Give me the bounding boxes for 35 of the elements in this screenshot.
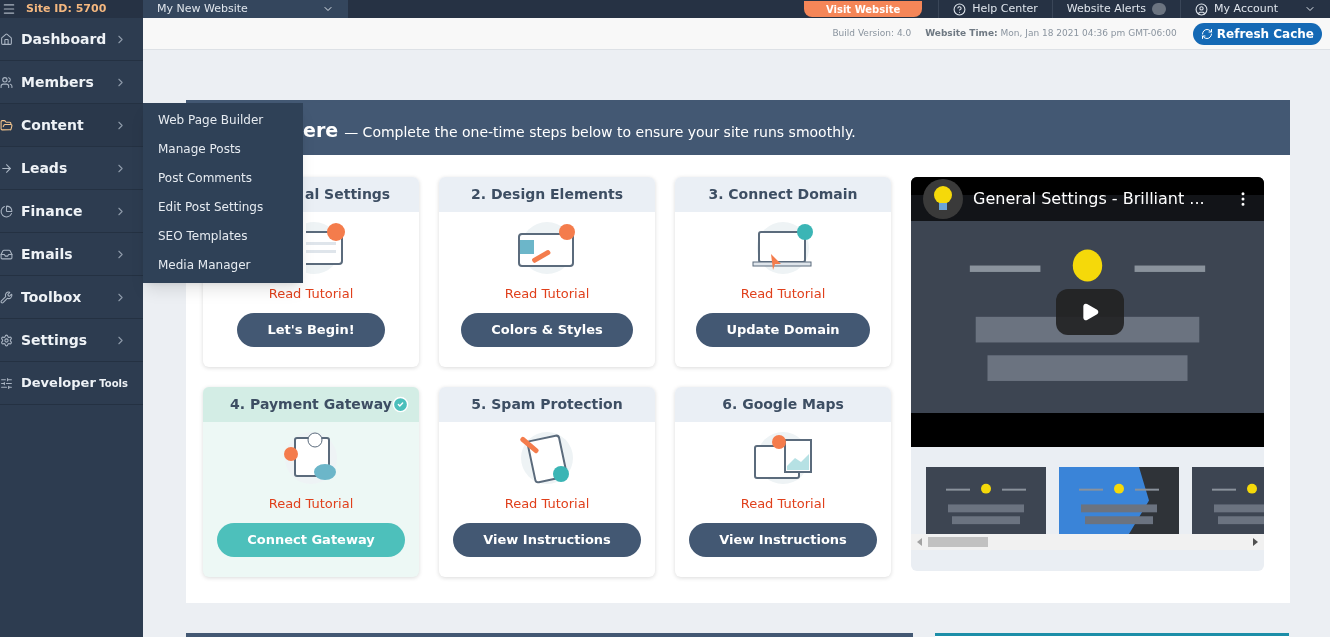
tutorial-link[interactable]: Read Tutorial bbox=[504, 494, 590, 514]
menu-item[interactable]: Post Comments bbox=[143, 164, 303, 193]
card-title: al Settings bbox=[305, 185, 391, 204]
sidebar-item[interactable]: Developer Tools bbox=[0, 362, 143, 405]
refresh-cache-button[interactable]: Refresh Cache bbox=[1192, 22, 1322, 45]
card-title: 3. Connect Domain bbox=[708, 185, 858, 204]
menu-item[interactable]: Manage Posts bbox=[143, 135, 303, 164]
menu-item[interactable]: Web Page Builder bbox=[143, 106, 303, 135]
build-version: Build Version: 4.0 bbox=[832, 26, 912, 40]
step-button[interactable]: View Instructions bbox=[689, 522, 877, 557]
step-button[interactable]: Let's Begin! bbox=[237, 312, 385, 347]
menu-item[interactable]: Media Manager bbox=[143, 251, 303, 280]
sidebar-item[interactable]: Content bbox=[0, 104, 143, 147]
website-select[interactable]: My New Website bbox=[143, 0, 348, 18]
site-id: Site ID: 5700 bbox=[26, 0, 107, 17]
tutorial-link[interactable]: Read Tutorial bbox=[268, 494, 354, 514]
website-time: Website Time: Mon, Jan 18 2021 04:36 pm GMT-06:00 bbox=[925, 26, 1177, 40]
tutorial-link[interactable]: Read Tutorial bbox=[740, 284, 826, 304]
tutorial-link[interactable]: Read Tutorial bbox=[504, 284, 590, 304]
step-button[interactable]: Colors & Styles bbox=[461, 312, 633, 347]
card-title: 6. Google Maps bbox=[722, 395, 844, 414]
sidebar-item[interactable]: Settings bbox=[0, 319, 143, 362]
card-title: 2. Design Elements bbox=[471, 185, 623, 204]
sidebar-item[interactable]: Toolbox bbox=[0, 276, 143, 319]
tutorial-link[interactable]: Read Tutorial bbox=[740, 494, 826, 514]
card-title: 5. Spam Protection bbox=[471, 395, 623, 414]
menu-item[interactable]: Edit Post Settings bbox=[143, 193, 303, 222]
panel-title: ere bbox=[303, 118, 339, 143]
video-title: General Settings - Brilliant ... bbox=[973, 188, 1206, 210]
step-button[interactable]: Update Domain bbox=[696, 312, 870, 347]
panel-subtitle: — Complete the one-time steps below to ensure your site runs smoothly. bbox=[344, 123, 856, 142]
step-button[interactable]: View Instructions bbox=[453, 522, 641, 557]
menu-item[interactable]: SEO Templates bbox=[143, 222, 303, 251]
card-title: 4. Payment Gateway bbox=[230, 395, 392, 414]
tutorial-link[interactable]: Read Tutorial bbox=[268, 284, 354, 304]
